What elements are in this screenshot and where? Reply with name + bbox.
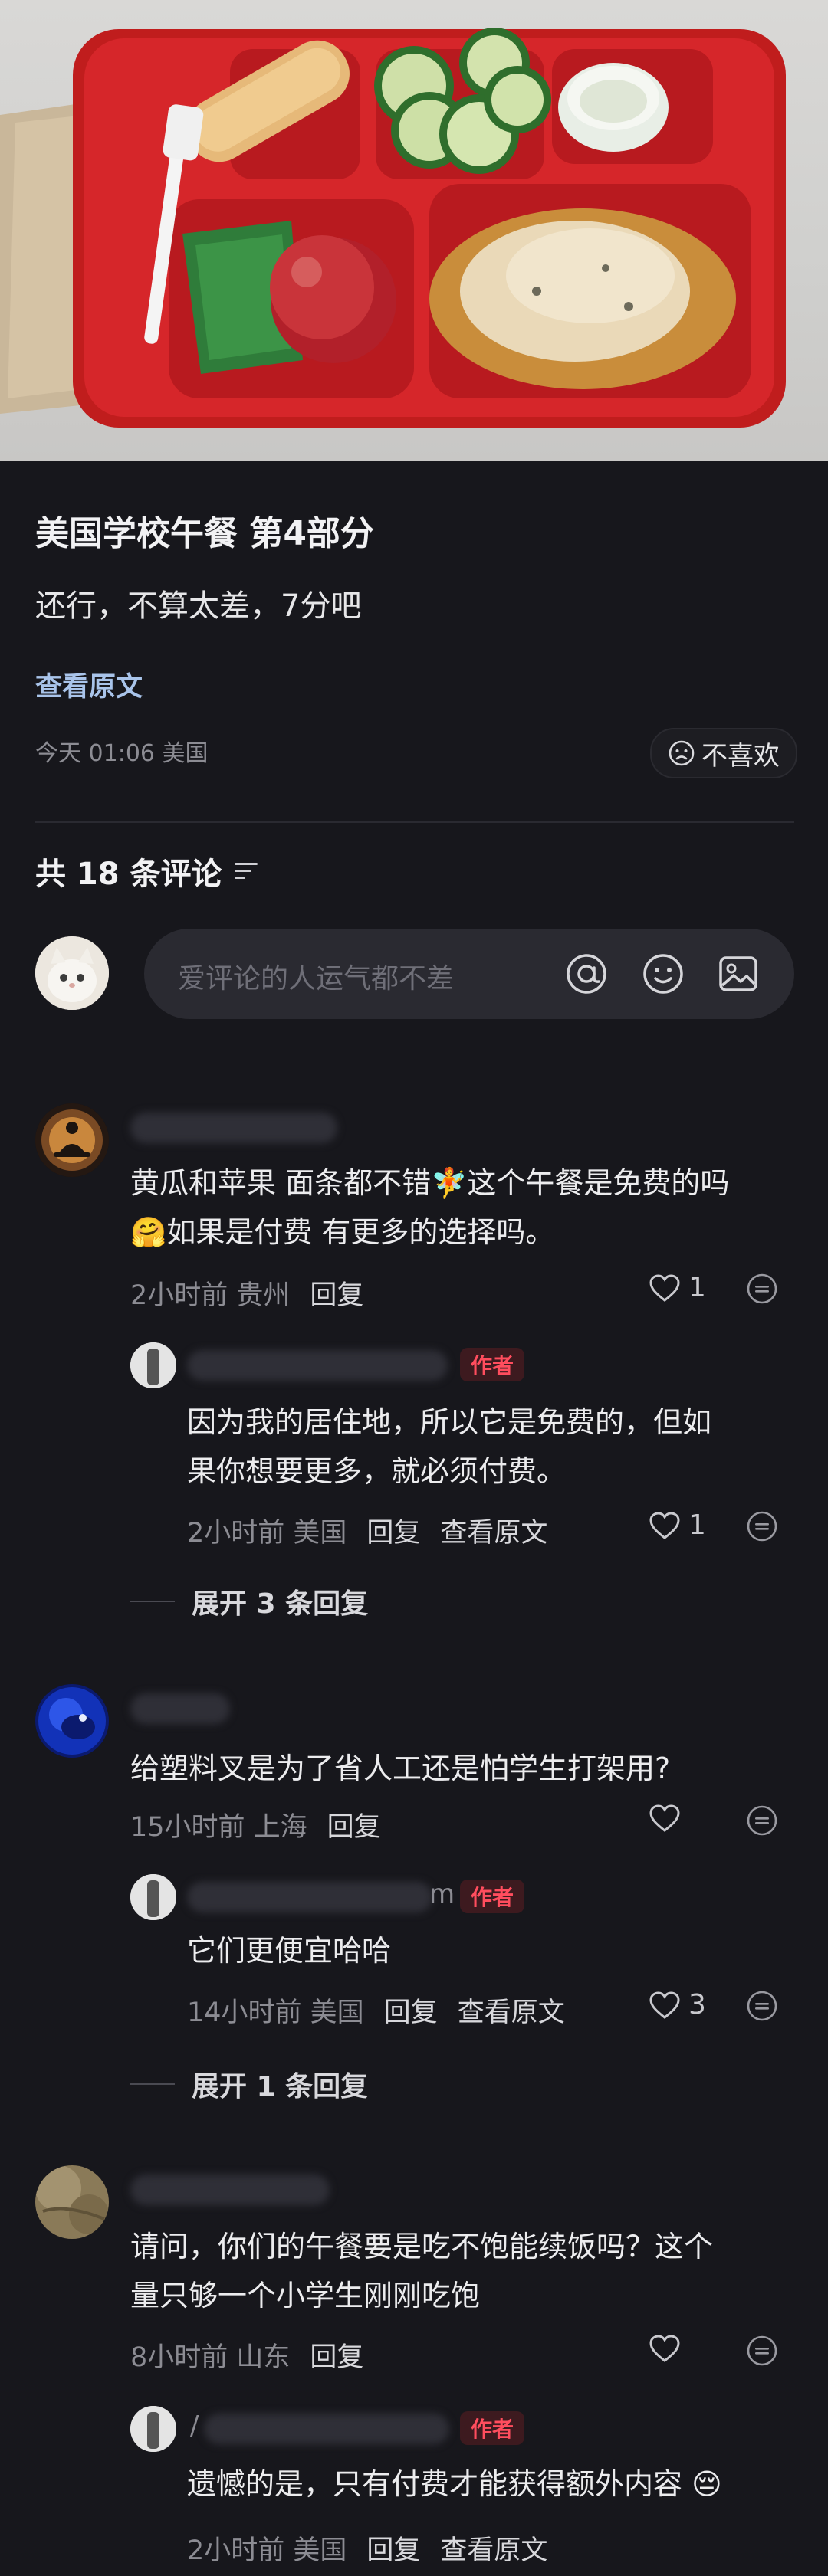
filter-icon <box>234 863 258 879</box>
author-avatar[interactable] <box>130 2406 176 2452</box>
comment-meta: 2小时前 贵州 回复 <box>130 1273 363 1313</box>
like-count: 3 <box>688 1989 706 2020</box>
reply-button[interactable]: 回复 <box>366 1511 420 1550</box>
author-avatar[interactable] <box>130 1874 176 1920</box>
more-icon[interactable] <box>745 1804 779 1837</box>
comment-time-location: 15小时前 上海 <box>130 1812 307 1843</box>
more-icon[interactable] <box>745 1272 779 1306</box>
reply-button[interactable]: 回复 <box>327 1805 381 1844</box>
post-meta: 今天 01:06 美国 <box>35 740 209 767</box>
author-tag: 作者 <box>460 2411 525 2445</box>
author-tag: 作者 <box>460 1880 525 1913</box>
comment-time-location: 2小时前 贵州 <box>130 1280 291 1311</box>
comment-meta: 15小时前 上海 回复 <box>130 1805 381 1844</box>
view-original-link[interactable]: 查看原文 <box>440 1511 547 1550</box>
more-icon[interactable] <box>745 1989 779 2023</box>
comment-input-placeholder: 爱评论的人运气都不差 <box>178 963 455 995</box>
author-tag: 作者 <box>460 1348 525 1381</box>
reply-text: 因为我的居住地，所以它是免费的，但如 <box>187 1405 712 1439</box>
comment-input[interactable]: 爱评论的人运气都不差 <box>144 929 794 1019</box>
comment-count[interactable]: 共 18 条评论 <box>35 849 261 893</box>
heart-icon <box>649 1804 680 1832</box>
post-body: 还行，不算太差，7分吧 <box>35 588 362 624</box>
like-count: 1 <box>688 1509 706 1541</box>
comment-time-location: 8小时前 山东 <box>130 2342 291 2373</box>
reply-text: 它们更便宜哈哈 <box>187 1934 392 1968</box>
commenter-avatar[interactable] <box>35 1684 109 1758</box>
comment-meta: 8小时前 山东 回复 <box>130 2335 363 2374</box>
author-name-head: / <box>190 2410 199 2441</box>
expand-label: 展开 1 条回复 <box>192 2071 369 2102</box>
heart-icon <box>649 2335 680 2362</box>
emoji-icon[interactable] <box>639 950 687 998</box>
reply-button[interactable]: 回复 <box>310 2335 363 2374</box>
image-icon[interactable] <box>715 950 762 998</box>
dislike-label: 不喜欢 <box>702 740 780 772</box>
reply-meta: 14小时前 美国 回复 查看原文 <box>187 1991 565 2030</box>
expand-line <box>130 2083 175 2085</box>
expand-line <box>130 1601 175 1602</box>
reply-meta: 2小时前 美国 回复 查看原文 <box>187 2528 547 2568</box>
comment-text: 黄瓜和苹果 面条都不错🧚这个午餐是免费的吗 <box>130 1166 730 1200</box>
commenter-name[interactable] <box>130 1113 337 1143</box>
reply-button[interactable]: 回复 <box>310 1273 363 1313</box>
reply-time-location: 14小时前 美国 <box>187 1998 364 2028</box>
more-icon[interactable] <box>745 2334 779 2368</box>
post-image[interactable] <box>0 0 828 461</box>
heart-icon <box>649 1991 680 2019</box>
expand-label: 展开 3 条回复 <box>192 1588 369 1620</box>
expand-replies-button[interactable]: 展开 3 条回复 <box>130 1581 368 1621</box>
view-original-link[interactable]: 查看原文 <box>35 665 143 704</box>
author-name[interactable] <box>187 1350 448 1381</box>
current-user-avatar[interactable] <box>35 936 109 1010</box>
reply-meta: 2小时前 美国 回复 查看原文 <box>187 1511 547 1550</box>
reply-text: 遗憾的是，只有付费才能获得额外内容 😔 <box>187 2467 722 2501</box>
commenter-name[interactable] <box>130 1693 230 1724</box>
expand-replies-button[interactable]: 展开 1 条回复 <box>130 2064 368 2104</box>
reply-text: 果你想要更多，就必须付费。 <box>187 1454 567 1488</box>
comment-text: 量只够一个小学生刚刚吃饱 <box>130 2279 481 2312</box>
reply-time-location: 2小时前 美国 <box>187 2535 347 2566</box>
commenter-name[interactable] <box>130 2175 330 2205</box>
comment-count-label: 共 18 条评论 <box>35 857 222 892</box>
at-icon[interactable] <box>563 950 610 998</box>
like-button[interactable]: 1 <box>649 1509 706 1541</box>
view-original-link[interactable]: 查看原文 <box>458 1991 565 2030</box>
reply-button[interactable]: 回复 <box>366 2528 420 2568</box>
commenter-avatar[interactable] <box>35 1103 109 1177</box>
like-count: 1 <box>688 1272 706 1303</box>
comment-text: 给塑料叉是为了省人工还是怕学生打架用? <box>130 1752 671 1785</box>
heart-icon <box>649 1273 680 1302</box>
view-original-link[interactable]: 查看原文 <box>440 2528 547 2568</box>
like-button[interactable]: 3 <box>649 1989 706 2020</box>
more-icon[interactable] <box>745 1509 779 1543</box>
heart-icon <box>649 1511 680 1539</box>
like-button[interactable] <box>649 1804 688 1833</box>
author-name-tail: m <box>429 1879 455 1909</box>
commenter-avatar[interactable] <box>35 2165 109 2239</box>
divider <box>35 821 794 823</box>
comment-text: 🤗如果是付费 有更多的选择吗。 <box>130 1215 555 1249</box>
like-button[interactable] <box>649 2334 688 2363</box>
reply-button[interactable]: 回复 <box>384 1991 438 2030</box>
reply-time-location: 2小时前 美国 <box>187 1518 347 1549</box>
author-avatar[interactable] <box>130 1342 176 1388</box>
post-title: 美国学校午餐 第4部分 <box>35 514 374 553</box>
author-name[interactable] <box>204 2414 449 2444</box>
comment-text: 请问，你们的午餐要是吃不饱能续饭吗？这个 <box>130 2230 714 2263</box>
author-name[interactable] <box>187 1882 432 1912</box>
dislike-button[interactable]: 不喜欢 <box>650 728 797 778</box>
like-button[interactable]: 1 <box>649 1272 706 1303</box>
dislike-face-icon <box>669 740 695 766</box>
